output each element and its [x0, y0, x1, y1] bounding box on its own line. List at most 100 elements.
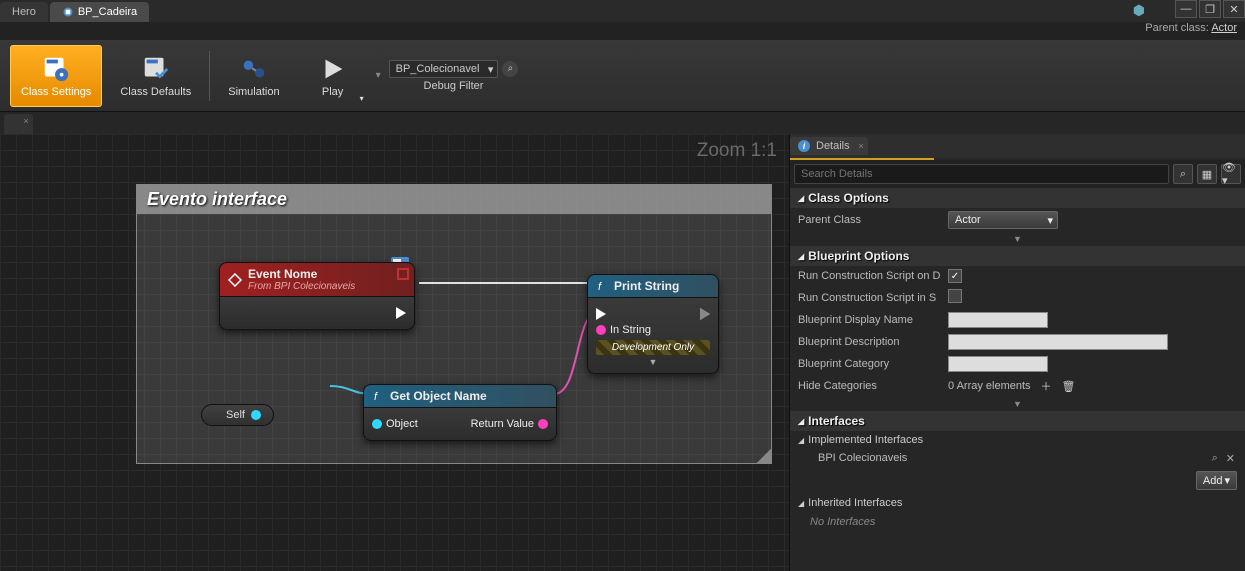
tab-bp-cadeira[interactable]: BP_Cadeira	[50, 2, 149, 22]
details-search-row: ⌕ ▦ 👁▾	[790, 160, 1245, 188]
comment-node[interactable]: Evento interface Event Nome From BPI Col…	[136, 184, 772, 464]
function-icon: f	[596, 280, 608, 292]
exec-out-pin[interactable]	[396, 307, 406, 319]
panel-check-icon	[141, 54, 171, 84]
parent-class-combo[interactable]: Actor	[948, 211, 1058, 229]
implemented-interfaces-header[interactable]: ◢Implemented Interfaces	[790, 431, 1245, 449]
interface-name: BPI Colecionaveis	[798, 452, 907, 464]
details-tab[interactable]: i Details ×	[790, 137, 868, 155]
main-area: Zoom 1:1 Evento interface	[0, 134, 1245, 571]
node-subtitle: From BPI Colecionaveis	[248, 281, 355, 292]
prop-label: Parent Class	[798, 214, 948, 226]
debug-filter-label: Debug Filter	[424, 80, 484, 92]
simulation-button[interactable]: Simulation	[218, 45, 289, 107]
node-title: Event Nome	[248, 267, 355, 281]
expand-chevron-icon[interactable]: ▼	[790, 397, 1245, 411]
event-icon	[228, 273, 242, 287]
button-label: Class Settings	[21, 86, 91, 98]
checkbox[interactable]: ✓	[948, 269, 962, 283]
info-icon: i	[798, 140, 810, 152]
prop-label: Hide Categories	[798, 380, 948, 392]
delegate-pin[interactable]	[397, 268, 409, 280]
chevron-down-icon[interactable]: ▾	[376, 70, 381, 81]
chevron-down-icon[interactable]: ▾	[360, 94, 364, 103]
parent-class-link[interactable]: Actor	[1211, 22, 1237, 34]
play-icon	[318, 54, 348, 84]
node-header: f Get Object Name	[363, 384, 557, 408]
self-node[interactable]: Self	[201, 404, 274, 426]
graph-tab[interactable]: ×	[4, 114, 33, 134]
event-node[interactable]: Event Nome From BPI Colecionaveis	[219, 262, 415, 330]
remove-icon[interactable]: ✕	[1226, 452, 1235, 465]
prop-label: Blueprint Category	[798, 358, 948, 370]
graph-canvas[interactable]: Zoom 1:1 Evento interface	[0, 134, 789, 571]
object-in-pin[interactable]: Object	[372, 418, 418, 430]
play-button[interactable]: Play ▾	[298, 45, 368, 107]
prop-bp-description: Blueprint Description	[790, 331, 1245, 353]
get-object-name-node[interactable]: f Get Object Name Object Return Value	[363, 384, 557, 441]
clear-array-icon[interactable]: 🗑	[1062, 380, 1076, 393]
dev-only-label: Development Only	[596, 340, 710, 355]
restore-button[interactable]: ❐	[1199, 0, 1221, 18]
expand-chevron-icon[interactable]: ▼	[596, 355, 710, 367]
node-header: f Print String	[587, 274, 719, 298]
comment-body: Event Nome From BPI Colecionaveis	[137, 214, 771, 462]
text-input[interactable]	[948, 356, 1048, 372]
details-tab-row: i Details ×	[790, 134, 1245, 158]
collapse-triangle-icon: ◢	[798, 499, 804, 508]
collapse-triangle-icon: ◢	[798, 252, 804, 261]
exec-out-pin[interactable]	[700, 308, 710, 320]
property-matrix-icon[interactable]: ▦	[1197, 164, 1217, 184]
node-body	[219, 297, 415, 330]
section-interfaces[interactable]: ◢Interfaces	[790, 411, 1245, 431]
toolbar: Class Settings Class Defaults Simulation…	[0, 40, 1245, 112]
prop-label: Run Construction Script in S	[798, 292, 948, 304]
text-input[interactable]	[948, 334, 1168, 350]
document-tabs: Hero BP_Cadeira ⬢ — ❐ ✕	[0, 0, 1245, 22]
simulation-icon	[239, 54, 269, 84]
close-icon[interactable]: ×	[858, 141, 863, 151]
collapse-triangle-icon: ◢	[798, 436, 804, 445]
node-title: Print String	[614, 279, 679, 293]
class-settings-button[interactable]: Class Settings	[10, 45, 102, 107]
tab-hero[interactable]: Hero	[0, 2, 48, 22]
browse-icon[interactable]: ⌕	[1212, 452, 1218, 465]
parent-class-bar: Parent class: Actor	[0, 22, 1245, 40]
chevron-down-icon: ▾	[1224, 474, 1230, 487]
function-icon: f	[372, 390, 384, 402]
window-controls: — ❐ ✕	[1175, 0, 1245, 18]
text-input[interactable]	[948, 312, 1048, 328]
checkbox[interactable]	[948, 289, 962, 303]
self-out-pin[interactable]	[251, 410, 261, 420]
expand-chevron-icon[interactable]: ▼	[790, 232, 1245, 246]
print-string-node[interactable]: f Print String In String Development Onl…	[587, 274, 719, 374]
details-tab-label: Details	[816, 140, 850, 152]
search-icon[interactable]: ⌕	[1173, 164, 1193, 184]
collapse-triangle-icon: ◢	[798, 417, 804, 426]
class-defaults-button[interactable]: Class Defaults	[110, 45, 201, 107]
close-button[interactable]: ✕	[1223, 0, 1245, 18]
return-value-pin[interactable]: Return Value	[471, 418, 548, 430]
minimize-button[interactable]: —	[1175, 0, 1197, 18]
tab-label: BP_Cadeira	[78, 6, 137, 18]
view-options-icon[interactable]: 👁▾	[1221, 164, 1241, 184]
debug-filter: BP_Colecionavel ⌕ Debug Filter	[389, 60, 519, 92]
no-interfaces-label: No Interfaces	[790, 512, 1245, 532]
inherited-interfaces-header[interactable]: ◢Inherited Interfaces	[790, 494, 1245, 512]
close-icon[interactable]: ×	[24, 116, 29, 126]
add-element-icon[interactable]: ＋	[1041, 378, 1052, 394]
prop-label: Blueprint Display Name	[798, 314, 948, 326]
prop-run-construction-seq: Run Construction Script in S	[790, 286, 1245, 309]
section-class-options[interactable]: ◢Class Options	[790, 188, 1245, 208]
search-icon[interactable]: ⌕	[502, 61, 518, 77]
exec-in-pin[interactable]	[596, 308, 606, 320]
search-input[interactable]	[794, 164, 1169, 184]
comment-title[interactable]: Evento interface	[137, 185, 771, 214]
section-blueprint-options[interactable]: ◢Blueprint Options	[790, 246, 1245, 266]
in-string-pin[interactable]: In String	[596, 324, 651, 336]
resize-handle[interactable]	[757, 449, 771, 463]
marketplace-icon[interactable]: ⬢	[1133, 2, 1145, 19]
blueprint-icon	[62, 6, 74, 18]
debug-filter-combo[interactable]: BP_Colecionavel	[389, 60, 499, 78]
add-interface-button[interactable]: Add▾	[1196, 471, 1237, 490]
